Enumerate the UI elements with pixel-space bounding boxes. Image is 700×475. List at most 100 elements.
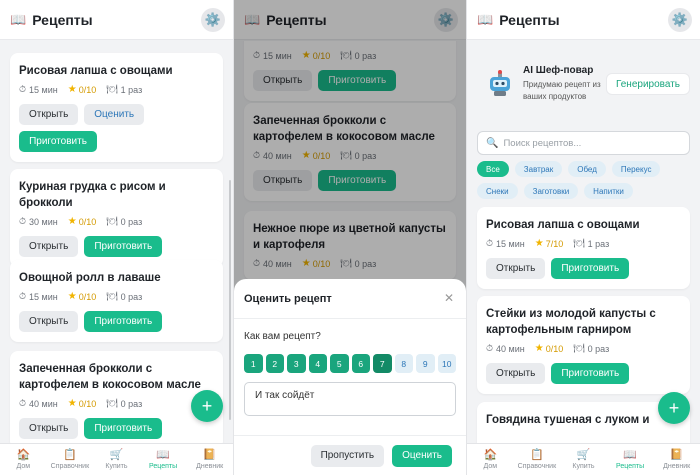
chip-snack[interactable]: Перекус xyxy=(611,161,661,177)
rating-option-7[interactable]: 7 xyxy=(373,354,392,373)
open-button[interactable]: Открыть xyxy=(19,418,79,439)
cook-button[interactable]: Приготовить xyxy=(551,258,630,279)
clipboard-icon: 📋 xyxy=(63,449,77,461)
search-input[interactable]: 🔍 Поиск рецептов... xyxy=(477,131,690,155)
nav-item-reference[interactable]: 📋 Справочник xyxy=(514,444,561,475)
screen-recipes-home: 📖 Рецепты ⚙️ AI Шеф-повар Придумаю рецеп… xyxy=(466,0,700,475)
recipe-meta: ⏱ 15 мин ★ 7/10 🍽 1 раз xyxy=(486,237,681,250)
rating-option-2[interactable]: 2 xyxy=(265,354,284,373)
nav-item-home[interactable]: 🏠 Дом xyxy=(0,444,47,475)
recipe-rating: 7/10 xyxy=(545,238,564,249)
skip-button[interactable]: Пропустить xyxy=(310,444,385,467)
recipe-time: 15 мин xyxy=(29,291,58,302)
recipe-rating: 0/10 xyxy=(78,398,97,409)
home-icon: 🏠 xyxy=(483,449,498,461)
cutlery-icon: 🍽 xyxy=(573,238,585,248)
recipe-rating: 0/10 xyxy=(545,343,564,354)
ai-chef-title: AI Шеф-повар xyxy=(523,65,594,76)
chip-all[interactable]: Все xyxy=(477,161,509,177)
recipe-meta: ⏱ 15 мин ★ 0/10 🍽 0 раз xyxy=(19,290,214,303)
recipe-title: Рисовая лапша с овощами xyxy=(19,65,173,77)
open-button[interactable]: Открыть xyxy=(19,311,79,332)
scrollbar[interactable] xyxy=(229,180,231,420)
nav-item-diary[interactable]: 📔 Дневник xyxy=(653,444,700,475)
recipe-card: Рисовая лапша с овощами ⏱ 15 мин ★ 0/10 … xyxy=(10,53,223,162)
rating-option-10[interactable]: 10 xyxy=(437,354,456,373)
open-button[interactable]: Открыть xyxy=(19,104,79,125)
nav-item-reference[interactable]: 📋 Справочник xyxy=(47,444,94,475)
notebook-icon: 📔 xyxy=(669,449,684,461)
add-recipe-button[interactable]: + xyxy=(658,392,690,424)
submit-rating-button[interactable]: Оценить xyxy=(392,444,452,467)
search-placeholder: Поиск рецептов... xyxy=(503,137,582,149)
recipe-title: Куриная грудка с рисом и брокколи xyxy=(19,181,166,209)
rating-option-4[interactable]: 4 xyxy=(308,354,327,373)
recipes-content: Рисовая лапша с овощами ⏱ 15 мин ★ 0/10 … xyxy=(0,41,233,443)
close-icon[interactable]: ✕ xyxy=(444,291,454,305)
home-icon: 🏠 xyxy=(16,449,31,461)
chip-snacks[interactable]: Снеки xyxy=(477,183,518,199)
cook-button[interactable]: Приготовить xyxy=(84,311,163,332)
modal-title: Оценить рецепт xyxy=(244,292,332,305)
rating-option-9[interactable]: 9 xyxy=(416,354,435,373)
category-chips: Все Завтрак Обед Перекус Снеки Заготовки… xyxy=(477,161,694,199)
star-icon: ★ xyxy=(67,84,77,95)
open-button[interactable]: Открыть xyxy=(486,258,546,279)
gear-icon: ⚙️ xyxy=(671,12,689,27)
recipe-meta: ⏱ 15 мин ★ 0/10 🍽 1 раз xyxy=(19,83,214,96)
rating-option-6[interactable]: 6 xyxy=(351,354,370,373)
nav-label: Дом xyxy=(16,463,31,470)
star-icon: ★ xyxy=(67,291,77,302)
nav-item-diary[interactable]: 📔 Дневник xyxy=(186,444,233,475)
ai-chef-panel: AI Шеф-повар Придумаю рецепт из ваших пр… xyxy=(477,49,690,119)
open-button[interactable]: Открыть xyxy=(19,236,79,257)
chip-breakfast[interactable]: Завтрак xyxy=(514,161,563,177)
cook-button[interactable]: Приготовить xyxy=(84,418,163,439)
open-button[interactable]: Открыть xyxy=(486,363,546,384)
gear-icon: ⚙️ xyxy=(204,12,222,27)
rating-option-8[interactable]: 8 xyxy=(394,354,413,373)
nav-item-home[interactable]: 🏠 Дом xyxy=(467,444,514,475)
timer-icon: ⏱ xyxy=(19,216,27,226)
chip-lunch[interactable]: Обед xyxy=(568,161,606,177)
chip-preserves[interactable]: Заготовки xyxy=(523,183,579,199)
cutlery-icon: 🍽 xyxy=(106,216,118,226)
cook-button[interactable]: Приготовить xyxy=(551,363,630,384)
recipe-card: Запеченная брокколи с картофелем в кокос… xyxy=(10,351,223,443)
rate-button[interactable]: Оценить xyxy=(84,104,145,125)
recipe-title: Стейки из молодой капусты с картофельным… xyxy=(486,308,656,336)
recipe-cook-count: 0 раз xyxy=(120,216,143,227)
recipe-rating: 0/10 xyxy=(78,216,97,227)
robot-icon xyxy=(490,70,510,96)
clipboard-icon: 📋 xyxy=(530,449,544,461)
cook-button[interactable]: Приготовить xyxy=(19,131,97,152)
star-icon: ★ xyxy=(67,398,77,409)
timer-icon: ⏱ xyxy=(19,398,27,408)
timer-icon: ⏱ xyxy=(19,84,27,94)
star-icon: ★ xyxy=(534,343,544,354)
recipe-card: Стейки из молодой капусты с картофельным… xyxy=(477,296,690,394)
nav-item-buy[interactable]: 🛒 Купить xyxy=(560,444,607,475)
cook-button[interactable]: Приготовить xyxy=(84,236,163,257)
nav-item-recipes[interactable]: 📖 Рецепты xyxy=(140,444,187,475)
comment-textarea[interactable]: И так сойдёт xyxy=(244,382,456,416)
nav-item-buy[interactable]: 🛒 Купить xyxy=(93,444,140,475)
bottom-nav: 🏠 Дом 📋 Справочник 🛒 Купить 📖 Рецепты 📔 … xyxy=(467,443,700,475)
nav-label: Купить xyxy=(105,463,128,470)
recipe-cook-count: 0 раз xyxy=(120,398,143,409)
rating-option-1[interactable]: 1 xyxy=(244,354,263,373)
generate-button[interactable]: Генерировать xyxy=(606,73,690,95)
recipe-meta: ⏱ 40 мин ★ 0/10 🍽 0 раз xyxy=(486,342,681,355)
recipe-card: Куриная грудка с рисом и брокколи ⏱ 30 м… xyxy=(10,169,223,267)
recipe-cook-count: 1 раз xyxy=(120,84,143,95)
recipe-time: 40 мин xyxy=(29,398,58,409)
rating-option-5[interactable]: 5 xyxy=(330,354,349,373)
settings-gear-icon[interactable]: ⚙️ xyxy=(201,8,225,32)
recipe-title: Говядина тушеная с луком и xyxy=(486,414,650,426)
settings-gear-icon[interactable]: ⚙️ xyxy=(668,8,692,32)
cutlery-icon: 🍽 xyxy=(106,291,118,301)
nav-item-recipes[interactable]: 📖 Рецепты xyxy=(607,444,654,475)
chip-drinks[interactable]: Напитки xyxy=(584,183,633,199)
rating-option-3[interactable]: 3 xyxy=(287,354,306,373)
add-recipe-button[interactable]: + xyxy=(191,390,223,422)
